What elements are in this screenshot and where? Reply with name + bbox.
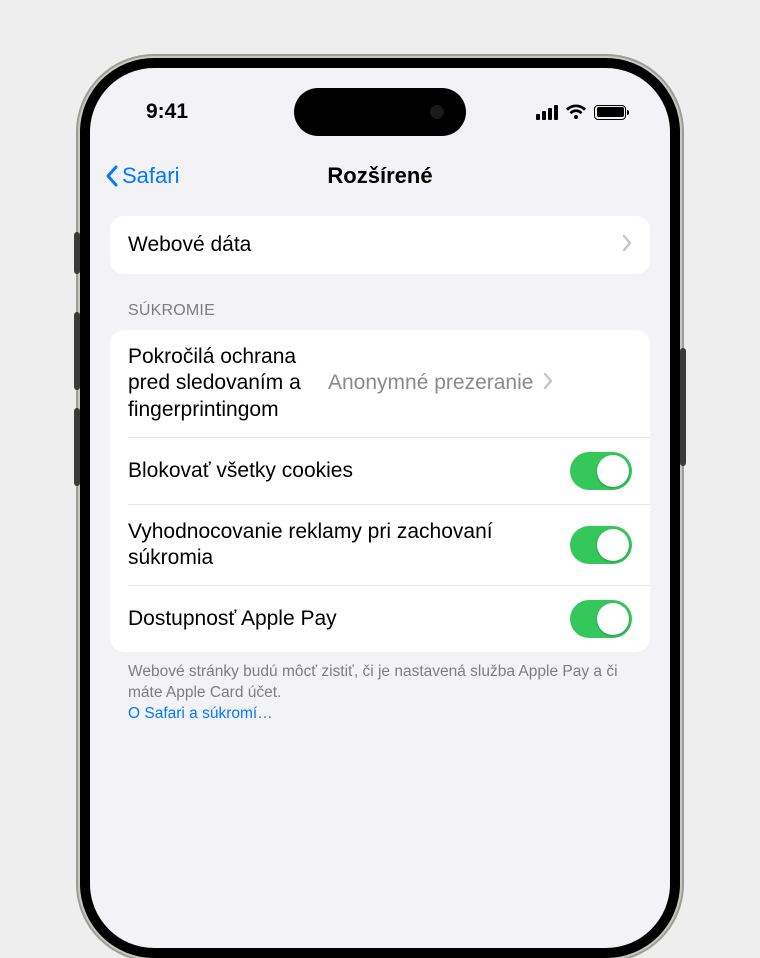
nav-bar: Safari Rozšírené [90,148,670,204]
toggle-apple-pay[interactable] [570,600,632,638]
group-web-data: Webové dáta [110,216,650,274]
row-label: Webové dáta [128,232,612,258]
row-advanced-tracking[interactable]: Pokročilá ochrana pred sledovaním a fing… [110,330,650,437]
wifi-icon [565,104,587,120]
row-label: Vyhodnocovanie reklamy pri zachovaní súk… [128,519,560,572]
cellular-icon [536,105,558,120]
chevron-right-icon [543,372,553,395]
page-title: Rozšírené [327,163,432,189]
content: Webové dáta SÚKROMIE Pokročilá ochrana p… [90,216,670,948]
row-ad-measurement[interactable]: Vyhodnocovanie reklamy pri zachovaní súk… [128,504,650,586]
screen: 9:41 Safari Rozšírené Webové dáta [90,68,670,948]
phone-volume-down [74,408,80,486]
toggle-block-cookies[interactable] [570,452,632,490]
chevron-left-icon [104,164,120,188]
row-block-cookies[interactable]: Blokovať všetky cookies [128,437,650,504]
about-safari-privacy-link[interactable]: O Safari a súkromí… [128,705,273,722]
back-button[interactable]: Safari [104,163,179,189]
phone-silence-switch [74,232,80,274]
row-website-data[interactable]: Webové dáta [110,216,650,274]
row-label: Dostupnosť Apple Pay [128,606,560,632]
row-apple-pay[interactable]: Dostupnosť Apple Pay [128,585,650,652]
phone-frame: 9:41 Safari Rozšírené Webové dáta [80,58,680,958]
dynamic-island [294,88,466,136]
group-header-privacy: SÚKROMIE [110,274,650,330]
group-privacy: Pokročilá ochrana pred sledovaním a fing… [110,330,650,652]
phone-volume-up [74,312,80,390]
row-label: Blokovať všetky cookies [128,458,560,484]
row-value: Anonymné prezeranie [328,371,533,395]
battery-icon [594,105,626,120]
row-label: Pokročilá ochrana pred sledovaním a fing… [128,344,318,423]
phone-power-button [680,348,686,466]
status-time: 9:41 [130,100,188,124]
chevron-right-icon [622,234,632,257]
toggle-ad-measurement[interactable] [570,526,632,564]
back-label: Safari [122,163,179,189]
group-footer: Webové stránky budú môcť zistiť, či je n… [110,652,650,725]
footer-description: Webové stránky budú môcť zistiť, či je n… [128,663,618,701]
